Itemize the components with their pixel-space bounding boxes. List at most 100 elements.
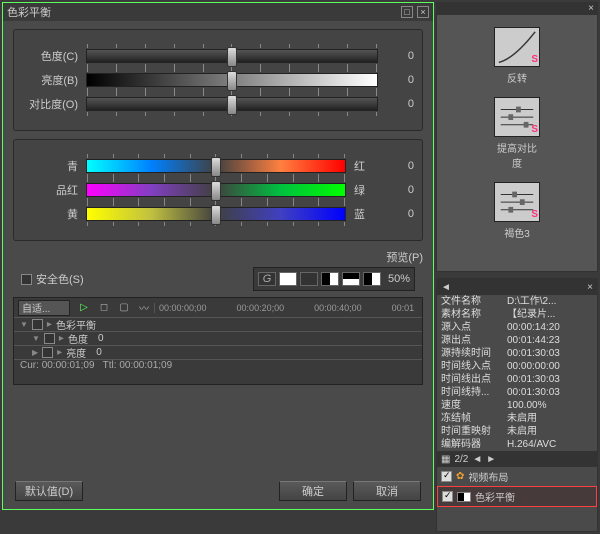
info-key: 时间线入点 <box>441 360 507 373</box>
info-key: 时间线持... <box>441 386 507 399</box>
time-ruler[interactable]: 00:00:00;00 00:00:20;00 00:00:40;00 00:0… <box>154 303 422 313</box>
play-icon[interactable]: ▷ <box>74 300 94 316</box>
hue-slider[interactable] <box>86 49 378 63</box>
hue-label: 色度(C) <box>22 48 78 64</box>
safe-color-label: 安全色(S) <box>36 271 84 287</box>
info-row: 源入点00:00:14:20 <box>437 321 597 334</box>
brightness-label: 亮度(B) <box>22 72 78 88</box>
page-indicator-icon: ▦ <box>441 454 450 465</box>
filter-icon <box>457 492 471 502</box>
preview-mode-6[interactable] <box>363 272 381 286</box>
preset-badge-icon: S <box>531 209 538 220</box>
tone-panel: 色度(C) 0 亮度(B) 0 对比度(O) 0 <box>13 29 423 131</box>
color-balance-filter-row[interactable]: 色彩平衡 <box>437 486 597 507</box>
panel-close-icon[interactable]: × <box>587 282 593 293</box>
timeline-row-root[interactable]: ▼ ▸ 色彩平衡 <box>14 318 422 332</box>
next-page-icon[interactable]: ► <box>486 454 496 465</box>
preset-badge-icon: S <box>531 124 538 135</box>
info-key: 时间重映射 <box>441 425 507 438</box>
info-row: 时间线出点00:01:30:03 <box>437 373 597 386</box>
panel-close-icon[interactable]: × <box>588 3 594 15</box>
row-value: 0 <box>96 347 102 358</box>
info-key: 文件名称 <box>441 295 507 308</box>
hue-row: 色度(C) 0 <box>22 48 414 64</box>
color-panel: 青 红 0 品红 绿 0 黄 <box>13 139 423 241</box>
title-bar: 色彩平衡 □ × <box>3 3 433 21</box>
timecode-display: Cur: 00:00:01;09 Ttl: 00:00:01;09 <box>14 360 422 371</box>
preset-label: 褐色3 <box>504 229 530 240</box>
row-checkbox[interactable] <box>44 333 55 344</box>
info-value: 未启用 <box>507 425 593 438</box>
preview-mode-3[interactable] <box>300 272 318 286</box>
info-row: 素材名称【纪录片... <box>437 308 597 321</box>
info-row: 文件名称D:\工作\2... <box>437 295 597 308</box>
contrast-value: 0 <box>386 98 414 110</box>
expand-icon[interactable]: ▼ <box>20 320 28 329</box>
cancel-button[interactable]: 取消 <box>353 481 421 501</box>
cyan-red-row: 青 红 0 <box>22 158 414 174</box>
info-rows: 文件名称D:\工作\2...素材名称【纪录片...源入点00:00:14:20 源… <box>437 295 597 451</box>
blue-label: 蓝 <box>354 206 378 222</box>
checkbox-icon <box>21 274 32 285</box>
contrast-slider[interactable] <box>86 97 378 111</box>
default-button[interactable]: 默认值(D) <box>15 481 83 501</box>
preview-label: 预览(P) <box>386 249 423 265</box>
info-value: 00:01:30:03 <box>507 386 593 399</box>
options-row: 安全色(S) G 50% <box>21 267 415 291</box>
safe-color-checkbox[interactable]: 安全色(S) <box>21 271 84 287</box>
info-row: 时间线入点00:00:00:00 <box>437 360 597 373</box>
row-value: 0 <box>98 333 104 344</box>
magenta-label: 品红 <box>22 182 78 198</box>
preview-mode-1[interactable]: G <box>258 272 276 286</box>
cr-value: 0 <box>386 160 414 172</box>
row-checkbox[interactable] <box>42 347 53 358</box>
brightness-value: 0 <box>386 74 414 86</box>
timeline-fit-dropdown[interactable]: 自适... <box>18 300 70 316</box>
preset-sepia[interactable]: S 褐色3 <box>494 182 540 240</box>
checkbox-icon[interactable] <box>441 471 452 482</box>
info-panel: ◄ × 文件名称D:\工作\2...素材名称【纪录片...源入点00:00:14… <box>436 278 598 532</box>
info-value: 00:00:00:00 <box>507 360 593 373</box>
ok-button[interactable]: 确定 <box>279 481 347 501</box>
info-row: 冻结帧未启用 <box>437 412 597 425</box>
expand-icon[interactable]: ▼ <box>32 334 40 343</box>
preview-mode-2[interactable] <box>279 272 297 286</box>
tl-btn-1[interactable]: ◻ <box>94 300 114 316</box>
timeline-row-hue[interactable]: ▼ ▸ 色度 0 <box>14 332 422 346</box>
brightness-slider[interactable] <box>86 73 378 87</box>
maximize-icon[interactable]: □ <box>401 6 413 18</box>
mg-value: 0 <box>386 184 414 196</box>
preview-mode-5[interactable] <box>342 272 360 286</box>
row-checkbox[interactable] <box>32 319 43 330</box>
magenta-green-slider[interactable] <box>86 183 346 197</box>
red-label: 红 <box>354 158 378 174</box>
tl-btn-2[interactable]: ▢ <box>114 300 134 316</box>
preview-mode-4[interactable] <box>321 272 339 286</box>
preset-badge-icon: S <box>531 54 538 65</box>
prev-page-icon[interactable]: ◄ <box>472 454 482 465</box>
info-row: 时间线持...00:01:30:03 <box>437 386 597 399</box>
presets-panel: × S 反转 S 提高对比度 <box>436 2 598 272</box>
preset-label: 反转 <box>507 74 527 85</box>
chevron-left-icon[interactable]: ◄ <box>441 282 451 293</box>
preset-invert[interactable]: S 反转 <box>494 27 540 85</box>
expand-icon[interactable]: ▶ <box>32 348 38 357</box>
yellow-blue-slider[interactable] <box>86 207 346 221</box>
row-label: 亮度 <box>66 345 86 360</box>
timeline-row-brightness[interactable]: ▶ ▸ 亮度 0 <box>14 346 422 360</box>
tl-btn-3[interactable]: 〰 <box>134 300 154 316</box>
dialog-title: 色彩平衡 <box>7 4 51 20</box>
info-value: 00:01:30:03 <box>507 373 593 386</box>
preview-percent: 50% <box>388 273 410 285</box>
cyan-label: 青 <box>22 158 78 174</box>
close-icon[interactable]: × <box>417 6 429 18</box>
green-label: 绿 <box>354 182 378 198</box>
checkbox-icon[interactable] <box>442 491 453 502</box>
preset-contrast[interactable]: S 提高对比度 <box>494 97 540 170</box>
video-layout-header[interactable]: ✿ 视频布局 <box>437 467 597 486</box>
cyan-red-slider[interactable] <box>86 159 346 173</box>
info-panel-header: ◄ × <box>437 279 597 295</box>
info-row: 源持续时间00:01:30:03 <box>437 347 597 360</box>
page-count: 2/2 <box>454 454 468 465</box>
brightness-row: 亮度(B) 0 <box>22 72 414 88</box>
